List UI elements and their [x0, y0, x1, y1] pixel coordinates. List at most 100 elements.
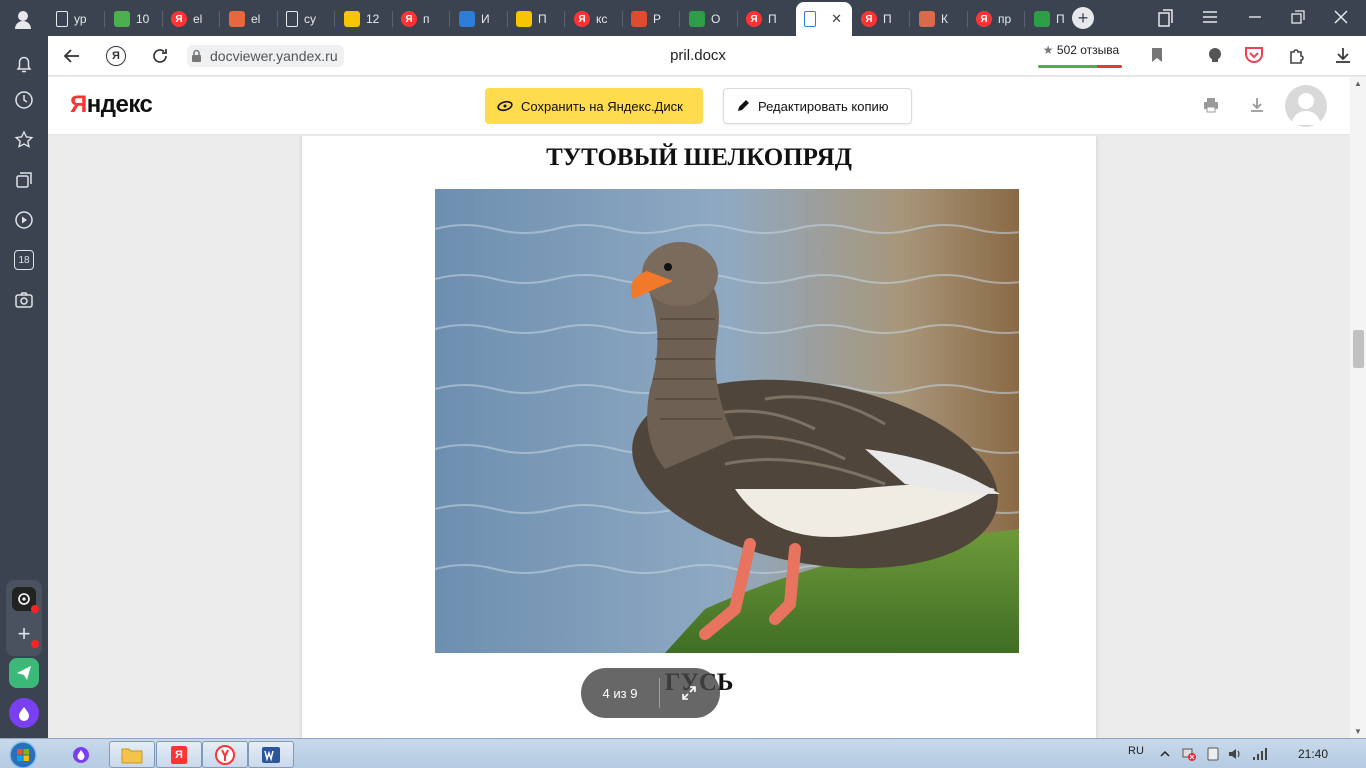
close-window-icon[interactable] — [1334, 10, 1348, 29]
yandex-app-taskbar-icon[interactable]: Я — [156, 741, 202, 768]
protect-icon[interactable] — [1206, 46, 1224, 69]
browser-tab[interactable]: ✕ — [796, 2, 852, 36]
pencil-icon — [736, 99, 750, 113]
explorer-taskbar-icon[interactable] — [109, 741, 155, 768]
browser-tab[interactable]: Якс — [566, 2, 618, 36]
info-icon — [516, 11, 532, 27]
yandex-logo[interactable]: Яндекс — [70, 91, 153, 119]
network-error-icon[interactable] — [1182, 747, 1196, 761]
minimize-icon[interactable] — [1248, 10, 1262, 29]
fullscreen-expand-icon[interactable] — [660, 685, 718, 701]
avatar-icon — [919, 11, 935, 27]
tab-close-icon[interactable]: ✕ — [831, 11, 842, 27]
browser-tab[interactable]: Р — [623, 2, 675, 36]
yandex-browser-taskbar-icon[interactable] — [202, 741, 248, 768]
browser-tab[interactable]: Яп — [393, 2, 445, 36]
collections-icon[interactable] — [12, 168, 36, 192]
browser-tab[interactable]: ЯП — [738, 2, 790, 36]
book-icon — [459, 11, 475, 27]
notifications-icon[interactable] — [12, 52, 36, 76]
vertical-scrollbar[interactable]: ▲ ▼ — [1350, 77, 1366, 738]
restore-icon[interactable] — [1291, 10, 1305, 29]
system-clock[interactable]: 21:40 — [1298, 747, 1328, 761]
pocket-icon[interactable] — [1244, 46, 1264, 69]
windows-taskbar: Я RU 21:40 — [0, 738, 1366, 768]
browser-tab[interactable]: 10 — [106, 2, 158, 36]
disk-icon — [497, 100, 513, 112]
tab-label: П — [768, 12, 777, 26]
yandex-icon: Я — [401, 11, 417, 27]
tab-label: el — [193, 12, 203, 26]
tab-label: К — [941, 12, 948, 26]
page-title[interactable]: pril.docx — [630, 47, 766, 64]
download-icon[interactable] — [1248, 96, 1266, 119]
history-icon[interactable] — [12, 88, 36, 112]
alice-taskbar-icon[interactable] — [58, 741, 104, 768]
extension-icon[interactable] — [1288, 46, 1306, 69]
browser-sidebar: 18 + — [0, 36, 48, 738]
browser-tab[interactable]: К — [911, 2, 963, 36]
back-arrow-icon[interactable] — [60, 44, 84, 68]
save-to-disk-button[interactable]: Сохранить на Яндекс.Диск — [485, 88, 703, 124]
browser-tab[interactable]: О — [681, 2, 733, 36]
bookmarks-star-icon[interactable] — [12, 128, 36, 152]
page-pager[interactable]: 4 из 9 — [581, 668, 720, 718]
orange-logo-icon — [229, 11, 245, 27]
browser-tab[interactable]: Япр — [968, 2, 1020, 36]
device-icon[interactable] — [1206, 747, 1220, 761]
start-button[interactable] — [8, 740, 44, 768]
tab-label: 10 — [136, 12, 150, 26]
bookmark-flag-icon[interactable] — [1150, 47, 1164, 68]
browser-tab[interactable]: су — [278, 2, 330, 36]
url-text: docviewer.yandex.ru — [210, 48, 338, 64]
yandex-icon: Я — [574, 11, 590, 27]
browser-tab[interactable]: Яel — [163, 2, 215, 36]
downloads-icon[interactable] — [1334, 46, 1352, 69]
screenshot-camera-icon[interactable] — [12, 288, 36, 312]
yandex-icon: Я — [976, 11, 992, 27]
signal-bars-icon[interactable] — [1252, 747, 1267, 761]
browser-tab[interactable]: 12 — [336, 2, 388, 36]
tab-separator — [334, 11, 335, 27]
browser-tab[interactable]: ЯП — [853, 2, 905, 36]
volume-icon[interactable] — [1228, 747, 1242, 761]
add-app-icon[interactable]: + — [12, 621, 39, 648]
new-tab-button[interactable]: + — [1072, 7, 1094, 29]
url-chip[interactable]: docviewer.yandex.ru — [187, 45, 344, 67]
tab-label: п — [423, 12, 430, 26]
profile-icon[interactable] — [12, 8, 34, 30]
browser-tab[interactable]: П — [508, 2, 560, 36]
browser-tab[interactable]: П — [1026, 2, 1078, 36]
tab-label: И — [481, 12, 490, 26]
word-taskbar-icon[interactable] — [248, 741, 294, 768]
reviews-badge[interactable]: ★ 502 отзыва — [1038, 43, 1124, 68]
document-viewport[interactable]: ТУТОВЫЙ ШЕЛКОПРЯД — [48, 136, 1350, 738]
tab-label: ур — [74, 12, 87, 26]
tab-label: кс — [596, 12, 608, 26]
tabs-manager-icon[interactable] — [1158, 9, 1174, 32]
yandex-home-icon[interactable]: Я — [104, 44, 128, 68]
scroll-up-icon[interactable]: ▲ — [1354, 79, 1362, 88]
messenger-app-icon[interactable] — [12, 587, 39, 613]
tab-label: П — [1056, 12, 1065, 26]
tab-separator — [909, 11, 910, 27]
reload-icon[interactable] — [148, 44, 172, 68]
send-app-icon[interactable] — [9, 658, 39, 688]
browser-tab[interactable]: el — [221, 2, 273, 36]
alice-assistant-icon[interactable] — [9, 698, 39, 728]
scroll-thumb[interactable] — [1353, 330, 1364, 368]
edit-copy-button[interactable]: Редактировать копию — [723, 88, 912, 124]
tray-expand-icon[interactable] — [1158, 747, 1172, 761]
green-icon — [689, 11, 705, 27]
page-counter: 4 из 9 — [602, 685, 638, 701]
menu-icon[interactable] — [1202, 10, 1218, 29]
browser-tab[interactable]: ур — [48, 2, 100, 36]
user-avatar[interactable] — [1285, 85, 1327, 127]
scroll-down-icon[interactable]: ▼ — [1354, 727, 1362, 736]
browser-tab[interactable]: И — [451, 2, 503, 36]
calendar-badge-icon[interactable]: 18 — [12, 248, 36, 272]
language-indicator[interactable]: RU — [1128, 745, 1144, 757]
print-icon[interactable] — [1202, 96, 1220, 119]
lock-icon — [191, 49, 202, 63]
video-play-icon[interactable] — [12, 208, 36, 232]
